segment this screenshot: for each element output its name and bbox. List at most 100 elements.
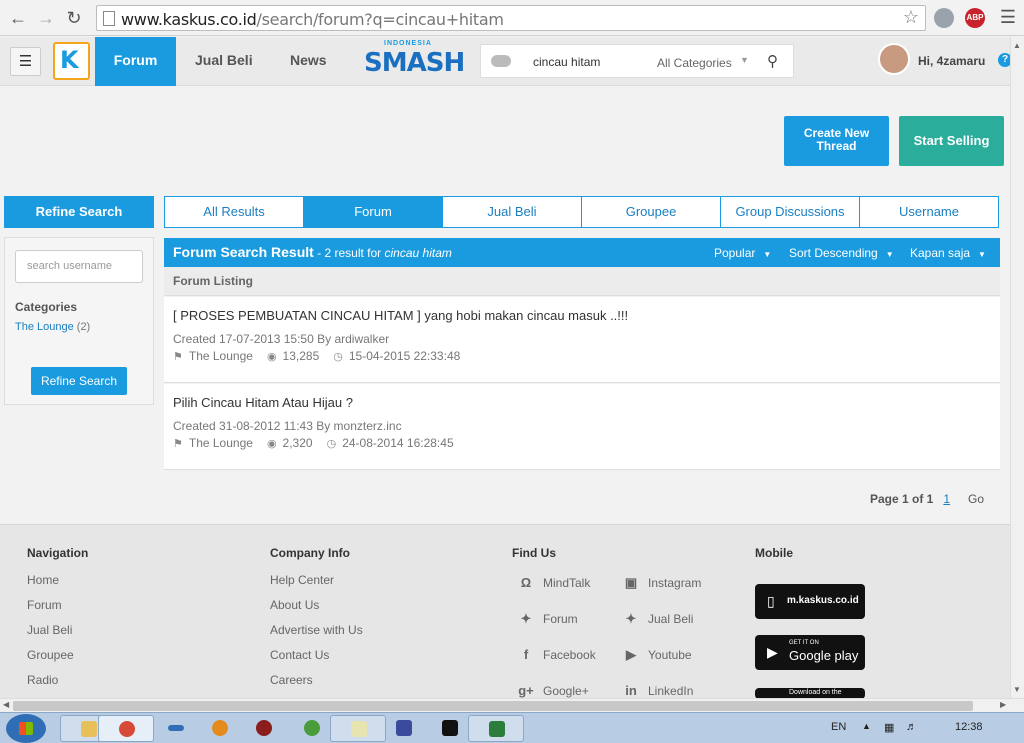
footer-mobile: Mobile xyxy=(755,546,793,560)
smash-promo-logo[interactable]: INDONESIA SMASH xyxy=(362,40,465,84)
googleplus-icon: g+ xyxy=(518,683,534,698)
footer-link[interactable]: Contact Us xyxy=(270,648,363,673)
scroll-right-icon: ▶ xyxy=(1000,700,1007,709)
footer-navigation: Navigation Home Forum Jual Beli Groupee … xyxy=(27,546,88,698)
tab-jual-beli[interactable]: Jual Beli xyxy=(443,197,582,227)
twitter-jualbeli-link[interactable]: ✦ Jual Beli xyxy=(622,611,694,627)
google-play-badge[interactable]: ▶ GET IT ON Google play xyxy=(755,635,865,670)
footer-link[interactable]: Home xyxy=(27,573,88,598)
tab-group-discussions[interactable]: Group Discussions xyxy=(721,197,860,227)
adblock-icon[interactable]: ABP xyxy=(965,8,985,28)
avatar[interactable] xyxy=(878,43,910,75)
popular-dropdown[interactable]: Popular ▼ xyxy=(714,246,771,260)
footer-link[interactable]: Radio xyxy=(27,673,88,698)
start-selling-button[interactable]: Start Selling xyxy=(899,116,1004,166)
page-link[interactable]: 1 xyxy=(943,492,950,506)
footer-link[interactable]: Help Center xyxy=(270,573,363,598)
mindtalk-link[interactable]: Ω MindTalk xyxy=(517,575,591,591)
youtube-link[interactable]: ▶ Youtube xyxy=(622,647,692,663)
vertical-scrollbar[interactable]: ▲ ▼ xyxy=(1010,37,1024,698)
footer-find-us: Find Us xyxy=(512,546,556,560)
clock-icon: ◷ xyxy=(326,437,337,450)
footer-link[interactable]: Groupee xyxy=(27,648,88,673)
twitter-forum-link[interactable]: ✦ Forum xyxy=(517,611,578,627)
youtube-icon: ▶ xyxy=(626,647,636,662)
thread-meta: Created 17-07-2013 15:50 By ardiwalker xyxy=(173,332,390,346)
time-dropdown[interactable]: Kapan saja ▼ xyxy=(910,246,986,260)
cloud-icon xyxy=(491,55,511,67)
reload-icon[interactable]: ↻ xyxy=(62,6,86,30)
tab-groupee[interactable]: Groupee xyxy=(582,197,721,227)
network-icon[interactable]: ▦ xyxy=(884,721,894,734)
excel-icon[interactable] xyxy=(468,715,524,742)
chevron-down-icon: ▼ xyxy=(978,250,986,259)
user-greeting[interactable]: Hi, 4zamaru xyxy=(918,54,985,68)
tag-icon: ⚑ xyxy=(173,437,183,450)
view-count: 13,285 xyxy=(282,349,320,363)
forum-listing-heading: Forum Listing xyxy=(164,267,1000,296)
result-header: Forum Search Result - 2 result for cinca… xyxy=(164,238,1000,267)
eye-icon: ◉ xyxy=(266,350,277,363)
refine-search-button[interactable]: Refine Search xyxy=(31,367,127,395)
clock[interactable]: 12:38 xyxy=(955,721,983,733)
phone-icon: ▯ xyxy=(767,593,775,609)
facebook-icon: f xyxy=(523,647,529,662)
scroll-thumb[interactable] xyxy=(13,701,973,711)
chrome-taskbar-icon[interactable] xyxy=(98,715,154,742)
footer-link[interactable]: About Us xyxy=(270,598,363,623)
search-icon[interactable]: ⚲ xyxy=(767,52,778,70)
thread-category[interactable]: The Lounge xyxy=(189,349,253,363)
extension-icon[interactable] xyxy=(934,8,954,28)
thread-category[interactable]: The Lounge xyxy=(189,436,253,450)
twitter-icon: ✦ xyxy=(520,611,532,626)
facebook-link[interactable]: f Facebook xyxy=(517,647,596,663)
thread-title-link[interactable]: [ PROSES PEMBUATAN CINCAU HITAM ] yang h… xyxy=(173,308,628,323)
back-arrow-icon[interactable]: ← xyxy=(6,6,30,30)
menu-icon[interactable]: ☰ xyxy=(996,5,1020,29)
horizontal-scrollbar[interactable]: ◀ ▶ xyxy=(0,698,1024,712)
chevron-down-icon: ▼ xyxy=(885,250,894,259)
language-indicator[interactable]: EN xyxy=(831,721,846,733)
linkedin-link[interactable]: in LinkedIn xyxy=(622,683,693,699)
kaskus-logo[interactable]: K xyxy=(53,42,90,80)
mobile-site-badge[interactable]: ▯ m.kaskus.co.id xyxy=(755,584,865,619)
instagram-icon: ▣ xyxy=(624,575,638,590)
show-hidden-icons-icon[interactable]: ▲ xyxy=(862,721,871,731)
volume-icon[interactable]: ♬ xyxy=(906,721,917,733)
thread-stats: ⚑ The Lounge ◉ 2,320 ◷ 24-08-2014 16:28:45 xyxy=(173,436,468,450)
forward-arrow-icon[interactable]: → xyxy=(34,6,58,30)
category-select[interactable]: All Categories xyxy=(657,56,732,70)
thread-title-link[interactable]: Pilih Cincau Hitam Atau Hijau ? xyxy=(173,395,353,410)
tab-username[interactable]: Username xyxy=(860,197,998,227)
bookmark-star-icon[interactable]: ☆ xyxy=(903,7,919,28)
thread-row: [ PROSES PEMBUATAN CINCAU HITAM ] yang h… xyxy=(164,297,1000,383)
search-input[interactable]: cincau hitam xyxy=(533,55,600,69)
categories-heading: Categories xyxy=(15,300,78,314)
footer-company: Company Info Help Center About Us Advert… xyxy=(270,546,363,698)
googleplus-link[interactable]: g+ Google+ xyxy=(517,683,588,699)
twitter-icon: ✦ xyxy=(625,611,637,626)
tab-all-results[interactable]: All Results xyxy=(165,197,304,227)
nav-jual-beli[interactable]: Jual Beli xyxy=(195,37,253,86)
start-button[interactable] xyxy=(6,714,46,743)
hamburger-menu-icon[interactable]: ☰ xyxy=(10,47,41,76)
footer-link[interactable]: Forum xyxy=(27,598,88,623)
tab-forum[interactable]: Forum xyxy=(304,197,443,227)
create-thread-button[interactable]: Create New Thread xyxy=(784,116,889,166)
instagram-link[interactable]: ▣ Instagram xyxy=(622,575,702,591)
chevron-down-icon[interactable]: ▼ xyxy=(740,55,749,65)
scroll-left-icon: ◀ xyxy=(3,700,10,709)
nav-forum[interactable]: Forum xyxy=(95,37,176,86)
address-bar[interactable]: www.kaskus.co.id/search/forum?q=cincau+h… xyxy=(96,5,926,31)
footer-link[interactable]: Advertise with Us xyxy=(270,623,363,648)
scroll-down-icon: ▼ xyxy=(1013,685,1021,694)
footer-link[interactable]: Careers xyxy=(270,673,363,698)
browser-toolbar: ← → ↻ www.kaskus.co.id/search/forum?q=ci… xyxy=(0,0,1024,36)
username-search-input[interactable]: search username xyxy=(15,250,143,283)
go-button[interactable]: Go xyxy=(968,492,984,506)
sort-dropdown[interactable]: Sort Descending ▼ xyxy=(789,246,894,260)
url-text[interactable]: www.kaskus.co.id/search/forum?q=cincau+h… xyxy=(121,10,504,29)
footer-link[interactable]: Jual Beli xyxy=(27,623,88,648)
category-link[interactable]: The Lounge (2) xyxy=(15,321,90,333)
nav-news[interactable]: News xyxy=(290,37,327,86)
